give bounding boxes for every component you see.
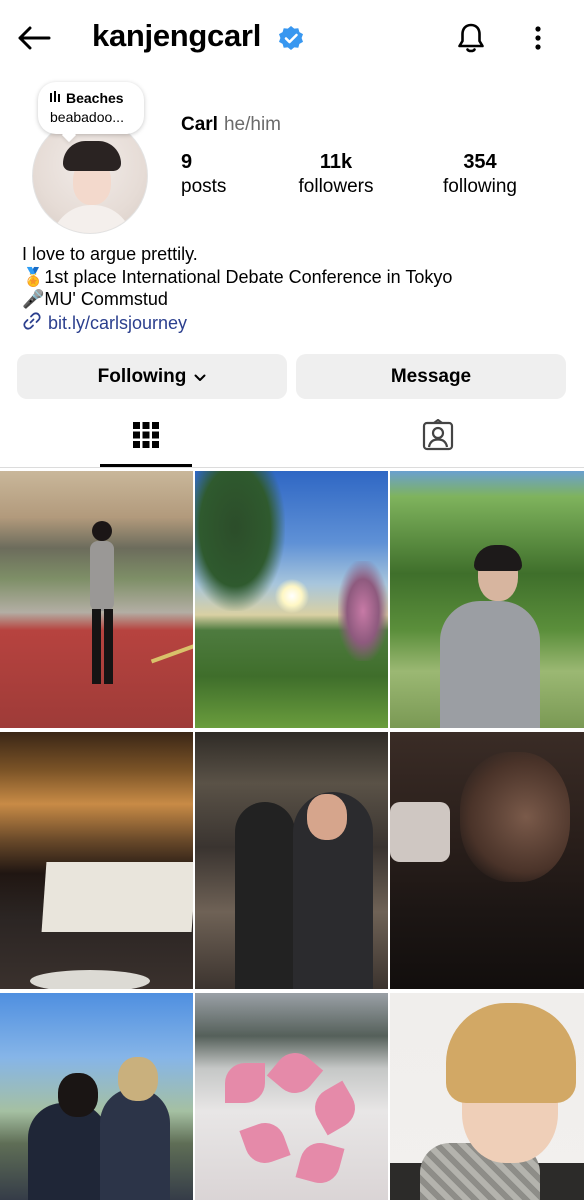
- note-subtitle: beabadoo...: [50, 109, 124, 125]
- post-thumbnail[interactable]: [0, 993, 193, 1200]
- verified-badge-icon: [276, 24, 306, 54]
- post-thumbnail[interactable]: [0, 732, 193, 989]
- post-grid: [0, 471, 584, 1200]
- posts-label: posts: [181, 176, 227, 197]
- following-label: Following: [97, 365, 187, 387]
- post-thumbnail[interactable]: [390, 732, 584, 989]
- following-label: following: [443, 176, 517, 197]
- back-arrow-icon[interactable]: [14, 20, 54, 56]
- note-bubble[interactable]: Beaches beabadoo...: [38, 82, 144, 134]
- chevron-down-icon: [194, 366, 206, 388]
- link-icon: [22, 311, 42, 337]
- stat-followers[interactable]: 11k followers: [290, 151, 382, 198]
- bio-link-text: bit.ly/carlsjourney: [48, 313, 188, 333]
- bio-link[interactable]: bit.ly/carlsjourney: [22, 311, 572, 337]
- grid-icon: [132, 421, 160, 454]
- tab-posts-grid[interactable]: [100, 408, 192, 466]
- stat-posts[interactable]: 9 posts: [181, 151, 226, 198]
- post-thumbnail[interactable]: [390, 471, 584, 728]
- followers-label: followers: [298, 176, 374, 197]
- tagged-person-icon: [422, 418, 454, 456]
- followers-count: 11k: [319, 151, 353, 173]
- avatar[interactable]: [32, 118, 148, 234]
- stat-following[interactable]: 354 following: [434, 151, 526, 198]
- more-vertical-icon[interactable]: [524, 22, 552, 54]
- post-thumbnail[interactable]: [195, 732, 388, 989]
- posts-count: 9: [181, 151, 193, 173]
- microphone-icon: 🎤: [22, 289, 45, 309]
- tab-divider: [0, 467, 584, 468]
- music-note-icon: [50, 90, 60, 106]
- pronouns: he/him: [223, 114, 281, 135]
- top-bar: kanjengcarl: [0, 0, 584, 76]
- bio: I love to argue prettily. 🏅 1st place Int…: [22, 243, 572, 336]
- bio-line-3-text: MU' Commstud: [44, 289, 168, 309]
- note-title: Beaches: [66, 90, 124, 106]
- medal-icon: 🏅: [22, 266, 45, 287]
- bell-icon[interactable]: [452, 18, 490, 58]
- following-button[interactable]: Following: [17, 354, 287, 399]
- message-label: Message: [390, 365, 472, 387]
- post-thumbnail[interactable]: [390, 993, 584, 1200]
- message-button[interactable]: Message: [296, 354, 566, 399]
- bio-line-1: I love to argue prettily.: [22, 244, 198, 264]
- post-thumbnail[interactable]: [195, 993, 388, 1200]
- tab-tagged[interactable]: [390, 408, 486, 466]
- username: kanjengcarl: [92, 18, 262, 53]
- bio-line-2: 🏅 1st place International Debate Conferen…: [22, 266, 572, 289]
- display-name: Carl he/him: [181, 114, 281, 136]
- following-count: 354: [463, 151, 497, 173]
- post-thumbnail[interactable]: [0, 471, 193, 728]
- bio-line-3: 🎤 MU' Commstud: [22, 288, 572, 311]
- post-thumbnail[interactable]: [195, 471, 388, 728]
- bio-line-2-text: 1st place International Debate Conferenc…: [44, 266, 453, 287]
- display-name-text: Carl: [181, 114, 218, 135]
